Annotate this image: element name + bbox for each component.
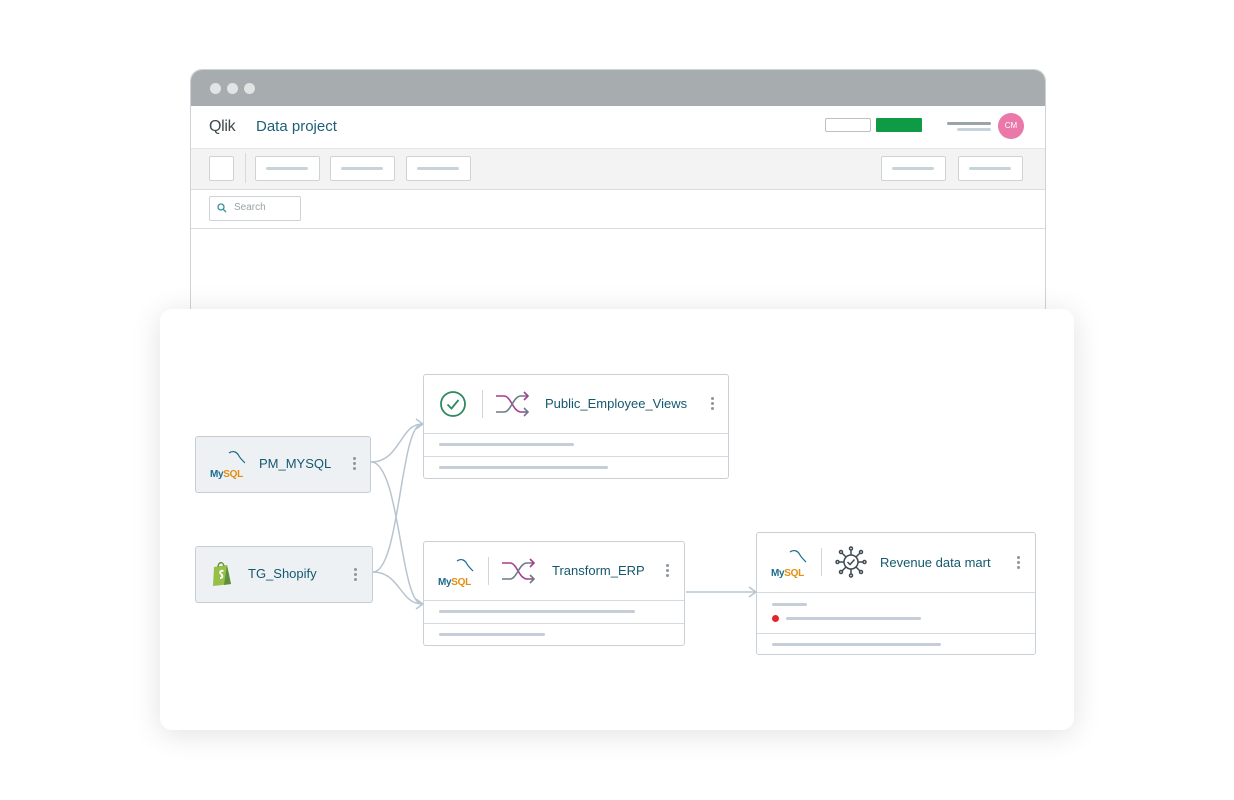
- app-header: Qlik Data project CM: [191, 106, 1045, 148]
- search-placeholder: Search: [234, 202, 266, 213]
- node-label: Public_Employee_Views: [545, 396, 688, 411]
- toolbar: [191, 148, 1045, 190]
- toolbar-button[interactable]: [958, 156, 1023, 181]
- node-label: Transform_ERP: [552, 563, 645, 578]
- task-node-revenue-data-mart[interactable]: MySQL Revenue data mart: [756, 532, 1036, 655]
- select-all-checkbox[interactable]: [209, 156, 234, 181]
- qlik-logo[interactable]: Qlik: [209, 118, 236, 136]
- toolbar-button[interactable]: [406, 156, 471, 181]
- mysql-logo: MySQL: [210, 450, 250, 480]
- node-label: PM_MYSQL: [259, 456, 332, 471]
- task-node-transform-erp[interactable]: MySQL Transform_ERP: [423, 541, 685, 646]
- node-detail-row: [757, 634, 1035, 656]
- error-status-dot: [772, 615, 779, 622]
- window-maximize-dot[interactable]: [244, 83, 255, 94]
- menu-placeholder-line[interactable]: [947, 122, 991, 125]
- search-row: Search: [191, 190, 1045, 229]
- window-minimize-dot[interactable]: [227, 83, 238, 94]
- mysql-logo: MySQL: [438, 558, 478, 588]
- task-node-public-employee-views[interactable]: Public_Employee_Views: [423, 374, 729, 479]
- node-detail-row: [424, 457, 728, 479]
- data-flow-panel: MySQL PM_MYSQL TG_Shopify Public_Employe…: [160, 309, 1074, 730]
- source-node-tg-shopify[interactable]: TG_Shopify: [195, 546, 373, 603]
- more-options-icon[interactable]: [353, 457, 356, 472]
- flow-connectors: [370, 418, 758, 610]
- menu-placeholder-line: [957, 128, 991, 131]
- window-titlebar: [191, 70, 1045, 106]
- node-detail-row: [424, 601, 684, 624]
- toolbar-button[interactable]: [881, 156, 946, 181]
- shuffle-icon: [496, 391, 530, 417]
- search-icon: [217, 203, 227, 213]
- more-options-icon[interactable]: [1017, 556, 1020, 571]
- page-title: Data project: [256, 118, 337, 135]
- secondary-action-button[interactable]: [825, 118, 871, 132]
- shopify-icon: [213, 562, 231, 586]
- connector-shopify-to-transform: [372, 571, 423, 605]
- gear-network-icon: [835, 546, 867, 578]
- node-label: Revenue data mart: [880, 555, 991, 570]
- node-detail-row: [424, 624, 684, 646]
- window-close-dot[interactable]: [210, 83, 221, 94]
- more-options-icon[interactable]: [711, 397, 714, 412]
- user-avatar[interactable]: CM: [998, 113, 1024, 139]
- node-detail-row: [424, 434, 728, 457]
- check-circle-icon: [440, 391, 466, 417]
- mysql-logo: MySQL: [771, 549, 811, 579]
- more-options-icon[interactable]: [354, 568, 357, 583]
- node-label: TG_Shopify: [248, 566, 317, 581]
- node-detail-row: [757, 593, 1035, 634]
- toolbar-button[interactable]: [330, 156, 395, 181]
- toolbar-divider: [245, 153, 246, 183]
- primary-action-button[interactable]: [876, 118, 922, 132]
- connector-pm-to-transform: [370, 461, 423, 605]
- toolbar-button[interactable]: [255, 156, 320, 181]
- more-options-icon[interactable]: [666, 564, 669, 579]
- shuffle-icon: [502, 558, 536, 584]
- search-input[interactable]: Search: [209, 196, 301, 221]
- source-node-pm-mysql[interactable]: MySQL PM_MYSQL: [195, 436, 371, 493]
